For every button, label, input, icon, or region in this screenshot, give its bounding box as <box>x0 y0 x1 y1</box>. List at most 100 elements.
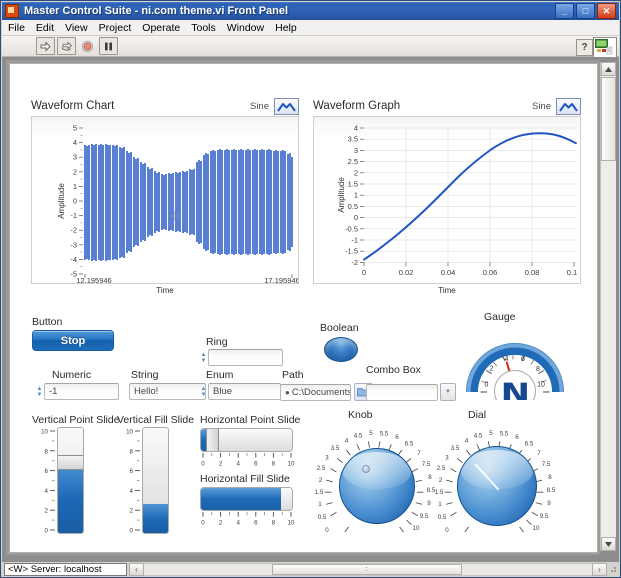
pause-button[interactable] <box>99 37 118 55</box>
horizontal-point-slide-control[interactable]: 024 6810 <box>200 428 296 468</box>
menu-project[interactable]: Project <box>99 22 132 34</box>
svg-text:-2: -2 <box>70 226 77 235</box>
ring-control[interactable]: ▲▼ <box>200 349 283 366</box>
boolean-led-button[interactable] <box>324 337 358 362</box>
menu-operate[interactable]: Operate <box>142 22 180 34</box>
combo-box-label: Combo Box <box>366 364 421 376</box>
waveform-graph-widget[interactable]: Waveform Graph Sine <box>313 96 581 284</box>
svg-text:0.5: 0.5 <box>318 514 327 521</box>
menu-window[interactable]: Window <box>227 22 264 34</box>
enum-spinner[interactable]: ▲▼ <box>200 383 207 400</box>
server-status-text: <W> Server: localhost <box>4 563 127 576</box>
horizontal-scroll-thumb[interactable]: ∶ <box>272 564 462 575</box>
knob-body[interactable] <box>339 448 415 524</box>
svg-text:8: 8 <box>272 520 276 527</box>
stop-button[interactable]: Stop <box>32 330 114 351</box>
scroll-thumb[interactable] <box>601 77 616 161</box>
combo-box-control[interactable]: ▼ <box>366 383 456 401</box>
svg-text:8: 8 <box>428 474 432 481</box>
numeric-control[interactable]: ▲▼ -1 <box>36 383 119 400</box>
svg-text:0.06: 0.06 <box>483 268 498 277</box>
combo-box-value[interactable] <box>366 384 438 401</box>
horizontal-fill-slide-track[interactable] <box>200 487 293 511</box>
svg-text:8: 8 <box>45 448 49 455</box>
plot-line-icon[interactable] <box>556 98 581 115</box>
waveform-chart-xlabel: Time <box>32 286 298 295</box>
svg-text:6: 6 <box>395 434 399 441</box>
scroll-left-button[interactable]: ‹ <box>129 563 144 576</box>
svg-text:0: 0 <box>354 213 358 222</box>
path-label: Path <box>282 369 304 381</box>
svg-text:3: 3 <box>354 146 358 155</box>
help-button[interactable]: ? <box>576 39 593 56</box>
string-value[interactable]: Hello! <box>129 383 206 400</box>
gauge-control[interactable]: 0 2 4 6 8 10 <box>460 324 570 400</box>
svg-text:9: 9 <box>547 500 551 507</box>
front-panel-area: Waveform Chart Sine 54 <box>2 57 619 562</box>
horizontal-scroll-track[interactable]: ∶ <box>144 563 592 576</box>
vertical-point-slide-track[interactable] <box>57 427 84 534</box>
svg-text:3: 3 <box>325 455 329 462</box>
waveform-graph-plot[interactable]: 43.5 32.5 21.5 10.5 0-0.5 -1-1.5 -2 <box>313 116 581 284</box>
scroll-down-button[interactable] <box>601 537 616 551</box>
scroll-right-button[interactable]: › <box>592 563 607 576</box>
labview-window: Master Control Suite - ni.com theme.vi F… <box>0 0 621 578</box>
resize-grip[interactable] <box>607 563 619 576</box>
vertical-fill-slide-track[interactable] <box>142 427 169 534</box>
svg-text:0: 0 <box>201 520 205 527</box>
run-continuously-button[interactable] <box>57 37 76 55</box>
numeric-value[interactable]: -1 <box>44 383 119 400</box>
svg-text:4: 4 <box>73 138 77 147</box>
minimize-button[interactable]: _ <box>555 3 574 19</box>
waveform-chart-plot[interactable]: 54 32 10 -1-2 -3-4 -5 <box>31 116 299 284</box>
maximize-button[interactable]: □ <box>576 3 595 19</box>
menu-edit[interactable]: Edit <box>36 22 54 34</box>
svg-text:2: 2 <box>319 477 323 484</box>
ring-value[interactable] <box>208 349 283 366</box>
vertical-point-slide-pointer[interactable] <box>58 455 83 470</box>
svg-text:6: 6 <box>45 468 49 475</box>
svg-text:0: 0 <box>45 528 49 535</box>
vi-icon[interactable] <box>593 37 617 59</box>
waveform-chart-widget[interactable]: Waveform Chart Sine 54 <box>31 96 299 284</box>
path-control[interactable]: ● C:\Documents <box>280 383 373 401</box>
waveform-chart-header: Waveform Chart Sine <box>31 96 299 116</box>
horizontal-fill-slide-control[interactable]: 024 6810 <box>200 487 296 527</box>
dial-control[interactable]: 0 0.5 1 1.5 2 2.5 3 3.5 4 4.5 5 5.5 6 6.… <box>433 419 561 547</box>
numeric-label: Numeric <box>52 369 91 381</box>
menu-help[interactable]: Help <box>275 22 297 34</box>
panel-vertical-scrollbar[interactable] <box>600 62 616 551</box>
menu-file[interactable]: File <box>8 22 25 34</box>
numeric-spinner[interactable]: ▲▼ <box>36 383 43 400</box>
menu-view[interactable]: View <box>65 22 88 34</box>
plot-line-icon[interactable] <box>274 98 299 115</box>
gauge-label: Gauge <box>484 311 516 323</box>
svg-text:5.5: 5.5 <box>380 431 389 438</box>
svg-text:Amplitude: Amplitude <box>57 183 66 219</box>
menu-tools[interactable]: Tools <box>191 22 216 34</box>
svg-text:0: 0 <box>201 461 205 468</box>
svg-text:10: 10 <box>533 525 540 532</box>
abort-execution-button[interactable] <box>78 37 97 55</box>
knob-control[interactable]: 0 0.5 1 1.5 2 2.5 3 3.5 4 4.5 5 5.5 6 6.… <box>313 419 441 547</box>
waveform-graph-legend-label: Sine <box>532 101 551 112</box>
chevron-down-icon[interactable]: ▼ <box>440 383 456 401</box>
horizontal-point-slide-track[interactable] <box>200 428 293 452</box>
path-value[interactable]: ● C:\Documents <box>280 384 351 401</box>
scroll-up-button[interactable] <box>601 62 616 76</box>
vertical-point-slide-control[interactable]: 108 64 20 <box>32 427 112 547</box>
close-button[interactable]: ✕ <box>597 3 616 19</box>
svg-text:9.5: 9.5 <box>420 513 429 520</box>
horizontal-scrollbar[interactable]: ‹ ∶ › <box>129 563 607 577</box>
enum-control[interactable]: ▲▼ Blue <box>200 383 281 400</box>
svg-text:6: 6 <box>254 520 258 527</box>
horizontal-point-slide-pointer[interactable] <box>206 429 219 451</box>
run-button[interactable] <box>36 37 55 55</box>
enum-value[interactable]: Blue <box>208 383 281 400</box>
waveform-chart-legend[interactable]: Sine <box>250 98 299 115</box>
svg-text:4: 4 <box>130 488 134 495</box>
vertical-fill-slide-control[interactable]: 108 64 20 <box>117 427 197 547</box>
waveform-graph-legend[interactable]: Sine <box>532 98 581 115</box>
dial-body[interactable] <box>457 446 537 526</box>
ring-spinner[interactable]: ▲▼ <box>200 349 207 366</box>
